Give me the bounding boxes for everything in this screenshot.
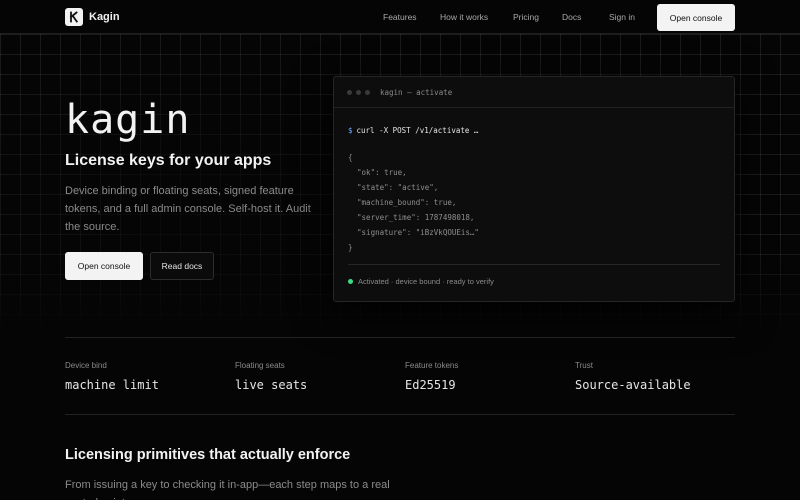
- window-dot-icon: [356, 89, 361, 95]
- sign-in-link[interactable]: Sign in: [609, 12, 635, 22]
- brand-name: Kagin: [89, 11, 120, 23]
- terminal-command: curl -X POST /v1/activate …: [356, 126, 479, 135]
- stat-device-bind: Device bind machine limit: [65, 361, 159, 392]
- window-dot-icon: [347, 89, 352, 95]
- terminal-status-text: Activated · device bound · ready to veri…: [358, 277, 494, 286]
- brand-logo[interactable]: Kagin: [65, 8, 120, 26]
- stat-value: Ed25519: [405, 378, 456, 392]
- stat-label: Device bind: [65, 361, 107, 370]
- response-line: "state": "active",: [348, 183, 439, 192]
- divider: [65, 414, 735, 415]
- stat-label: Floating seats: [235, 361, 285, 370]
- stat-label: Trust: [575, 361, 593, 370]
- terminal-window: kagin — activate $ curl -X POST /v1/activ…: [333, 76, 735, 302]
- stat-value: Source-available: [575, 378, 691, 392]
- stat-label: Feature tokens: [405, 361, 459, 370]
- terminal-divider: [348, 264, 720, 265]
- section-description: From issuing a key to checking it in-app…: [65, 479, 390, 500]
- window-dot-icon: [365, 89, 370, 95]
- response-line: {: [348, 153, 353, 162]
- nav-link-how-it-works[interactable]: How it works: [440, 12, 488, 22]
- response-line: "server_time": 1787498018,: [348, 213, 475, 222]
- prompt-symbol: $: [348, 126, 353, 135]
- response-line: "ok": true,: [348, 168, 407, 177]
- open-console-button-header[interactable]: Open console: [657, 4, 735, 31]
- response-line: "signature": "iBzVkQOUEis…": [348, 228, 479, 237]
- nav-link-features[interactable]: Features: [383, 12, 417, 22]
- terminal-response: { "ok": true, "state": "active", "machin…: [348, 150, 479, 255]
- terminal-command-line: $ curl -X POST /v1/activate …: [348, 126, 478, 135]
- section-title: Licensing primitives that actually enfor…: [65, 447, 351, 463]
- stat-value: live seats: [235, 378, 308, 392]
- kagin-logo-icon: [65, 8, 83, 26]
- stat-value: machine limit: [65, 378, 159, 392]
- open-console-button[interactable]: Open console: [65, 252, 143, 280]
- divider: [65, 337, 735, 338]
- terminal-titlebar: kagin — activate: [334, 77, 734, 108]
- top-navbar: Kagin Features How it works Pricing Docs…: [0, 0, 800, 34]
- nav-link-docs[interactable]: Docs: [562, 12, 581, 22]
- stat-floating-seats: Floating seats live seats: [235, 361, 307, 392]
- hero-subtitle: License keys for your apps: [65, 152, 272, 169]
- terminal-status: Activated · device bound · ready to veri…: [348, 277, 494, 286]
- stat-feature-tokens: Feature tokens Ed25519: [405, 361, 458, 392]
- stat-trust: Trust Source-available: [575, 361, 691, 392]
- nav-link-pricing[interactable]: Pricing: [513, 12, 539, 22]
- terminal-title: kagin — activate: [380, 87, 453, 97]
- response-line: }: [348, 243, 353, 252]
- read-docs-button[interactable]: Read docs: [150, 252, 214, 280]
- status-ok-icon: [348, 279, 353, 284]
- hero-description: Device binding or floating seats, signed…: [65, 185, 311, 233]
- response-line: "machine_bound": true,: [348, 198, 457, 207]
- hero-title: kagin: [65, 97, 191, 143]
